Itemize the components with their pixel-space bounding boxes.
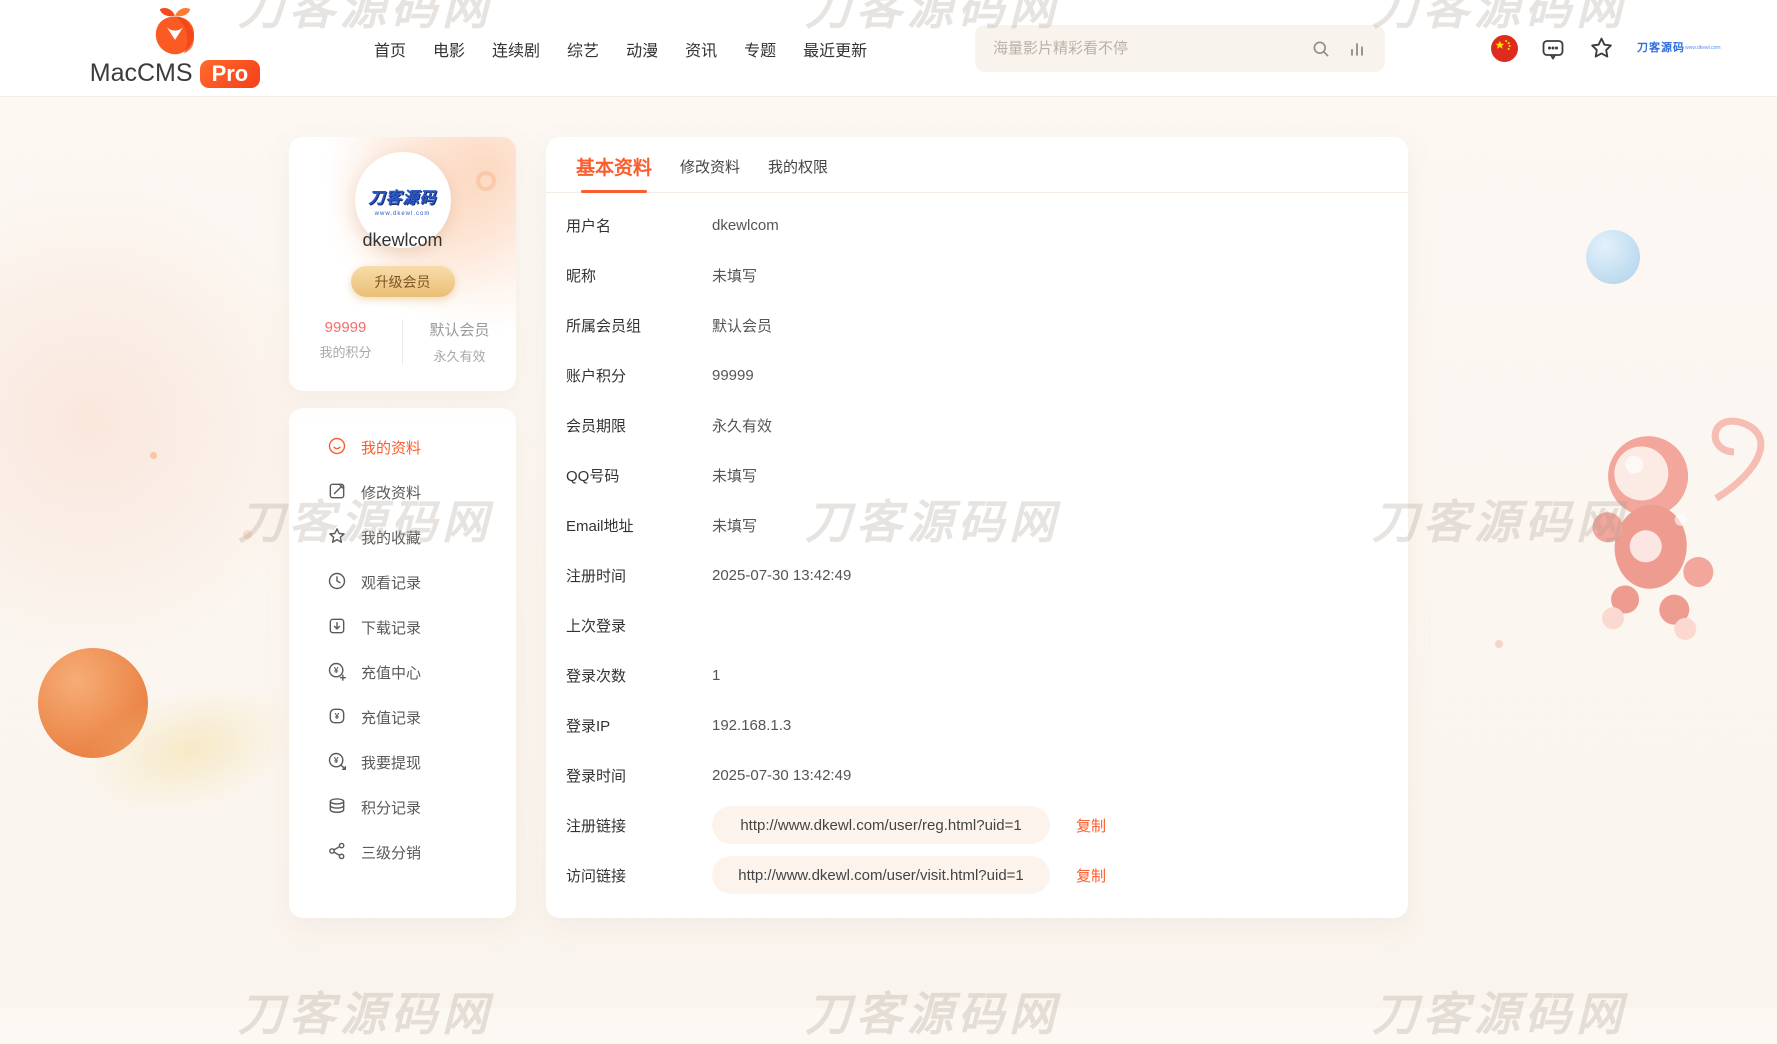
star-icon [327, 526, 347, 550]
field-row-login-time: 登录时间 2025-07-30 13:42:49 [546, 750, 1408, 800]
sidebar-item-recharge-records[interactable]: ¥ 充值记录 [289, 695, 516, 740]
profile-detail-panel: 基本资料 修改资料 我的权限 用户名 dkewlcom 昵称 未填写 所属会员组… [546, 137, 1408, 918]
points-stat: 99999 我的积分 [289, 319, 402, 365]
share-icon [327, 841, 347, 865]
profile-card: 刀客源码 www.dkewl.com dkewlcom 升级会员 99999 我… [289, 137, 516, 391]
logo-name: MacCMS [90, 59, 193, 88]
favorites-star-icon[interactable] [1588, 35, 1615, 62]
watermark-text: 刀客源码网 [1372, 978, 1627, 1044]
recharge-record-icon: ¥ [327, 706, 347, 730]
sidebar-item-points-records[interactable]: 积分记录 [289, 785, 516, 830]
logo-pro-badge: Pro [200, 60, 261, 88]
main-nav: 首页 电影 连续剧 综艺 动漫 资讯 专题 最近更新 [374, 0, 867, 97]
profile-tabs: 基本资料 修改资料 我的权限 [546, 137, 1408, 193]
field-row-username: 用户名 dkewlcom [546, 200, 1408, 250]
nav-item-movies[interactable]: 电影 [433, 37, 465, 61]
field-row-qq: QQ号码 未填写 [546, 450, 1408, 500]
top-navigation-bar: MacCMS Pro 首页 电影 连续剧 综艺 动漫 资讯 专题 最近更新 [0, 0, 1777, 97]
svg-text:¥: ¥ [334, 665, 339, 675]
search-box [975, 25, 1385, 72]
astronaut-illustration [1535, 387, 1777, 665]
field-row-email: Email地址 未填写 [546, 500, 1408, 550]
field-row-last-login: 上次登录 [546, 600, 1408, 650]
sidebar-item-favorites[interactable]: 我的收藏 [289, 515, 516, 560]
site-logo[interactable]: MacCMS Pro [95, 4, 255, 88]
china-flag-icon[interactable] [1491, 35, 1518, 62]
username: dkewlcom [289, 230, 516, 251]
upgrade-member-button[interactable]: 升级会员 [351, 266, 455, 297]
dkewl-site-logo[interactable]: 刀客源码 www.dkewl.com [1637, 43, 1685, 54]
nav-item-variety[interactable]: 综艺 [567, 37, 599, 61]
profile-stats: 99999 我的积分 默认会员 永久有效 [289, 319, 516, 365]
search-input[interactable] [993, 40, 1295, 57]
download-icon [327, 616, 347, 640]
svg-text:¥: ¥ [334, 755, 339, 765]
sidebar: 刀客源码 www.dkewl.com dkewlcom 升级会员 99999 我… [289, 137, 516, 918]
apple-logo-icon [148, 4, 202, 61]
edit-icon [327, 481, 347, 505]
withdraw-icon: ¥ [327, 751, 347, 775]
nav-item-series[interactable]: 连续剧 [492, 37, 540, 61]
watermark-text: 刀客源码网 [238, 978, 493, 1044]
decor-blue-planet [1586, 230, 1640, 284]
header-actions: 刀客源码 www.dkewl.com [1491, 0, 1685, 97]
sidebar-item-downloads[interactable]: 下载记录 [289, 605, 516, 650]
copy-register-link-button[interactable]: 复制 [1076, 815, 1106, 836]
sidebar-menu: 我的资料 修改资料 我的收藏 观看记录 [289, 408, 516, 918]
nav-item-home[interactable]: 首页 [374, 37, 406, 61]
nav-item-anime[interactable]: 动漫 [626, 37, 658, 61]
tab-my-permissions[interactable]: 我的权限 [768, 156, 828, 192]
sidebar-item-distribution[interactable]: 三级分销 [289, 830, 516, 875]
sidebar-item-recharge-center[interactable]: ¥ 充值中心 [289, 650, 516, 695]
register-link-box[interactable]: http://www.dkewl.com/user/reg.html?uid=1 [712, 806, 1050, 844]
member-group-stat: 默认会员 永久有效 [402, 319, 516, 365]
clock-icon [327, 571, 347, 595]
search-icon[interactable] [1311, 39, 1331, 59]
sidebar-item-my-profile[interactable]: 我的资料 [289, 425, 516, 470]
database-icon [327, 796, 347, 820]
recharge-center-icon: ¥ [327, 661, 347, 685]
copy-visit-link-button[interactable]: 复制 [1076, 865, 1106, 886]
field-row-login-ip: 登录IP 192.168.1.3 [546, 700, 1408, 750]
messages-icon[interactable] [1540, 36, 1566, 62]
watermark-text: 刀客源码网 [805, 978, 1060, 1044]
field-row-login-count: 登录次数 1 [546, 650, 1408, 700]
field-row-member-group: 所属会员组 默认会员 [546, 300, 1408, 350]
trending-chart-icon[interactable] [1347, 39, 1367, 59]
visit-link-box[interactable]: http://www.dkewl.com/user/visit.html?uid… [712, 856, 1050, 894]
tab-basic-info[interactable]: 基本资料 [576, 153, 652, 192]
field-row-register-link: 注册链接 http://www.dkewl.com/user/reg.html?… [546, 800, 1408, 850]
nav-item-news[interactable]: 资讯 [685, 37, 717, 61]
svg-text:¥: ¥ [335, 710, 340, 720]
profile-fields: 用户名 dkewlcom 昵称 未填写 所属会员组 默认会员 账户积分 9999… [546, 193, 1408, 900]
decor-dot [1495, 640, 1503, 648]
field-row-points: 账户积分 99999 [546, 350, 1408, 400]
decor-dot [150, 452, 157, 459]
decor-ring [476, 171, 496, 191]
field-row-visit-link: 访问链接 http://www.dkewl.com/user/visit.htm… [546, 850, 1408, 900]
decor-dot [243, 530, 252, 539]
field-row-nickname: 昵称 未填写 [546, 250, 1408, 300]
decor-pink-circle [0, 180, 330, 660]
smiley-icon [327, 436, 347, 460]
nav-item-topics[interactable]: 专题 [744, 37, 776, 61]
sidebar-item-watch-history[interactable]: 观看记录 [289, 560, 516, 605]
nav-item-recent[interactable]: 最近更新 [803, 37, 867, 61]
field-row-register-time: 注册时间 2025-07-30 13:42:49 [546, 550, 1408, 600]
sidebar-item-edit-profile[interactable]: 修改资料 [289, 470, 516, 515]
sidebar-item-withdraw[interactable]: ¥ 我要提现 [289, 740, 516, 785]
field-row-member-term: 会员期限 永久有效 [546, 400, 1408, 450]
tab-edit-info[interactable]: 修改资料 [680, 156, 740, 192]
